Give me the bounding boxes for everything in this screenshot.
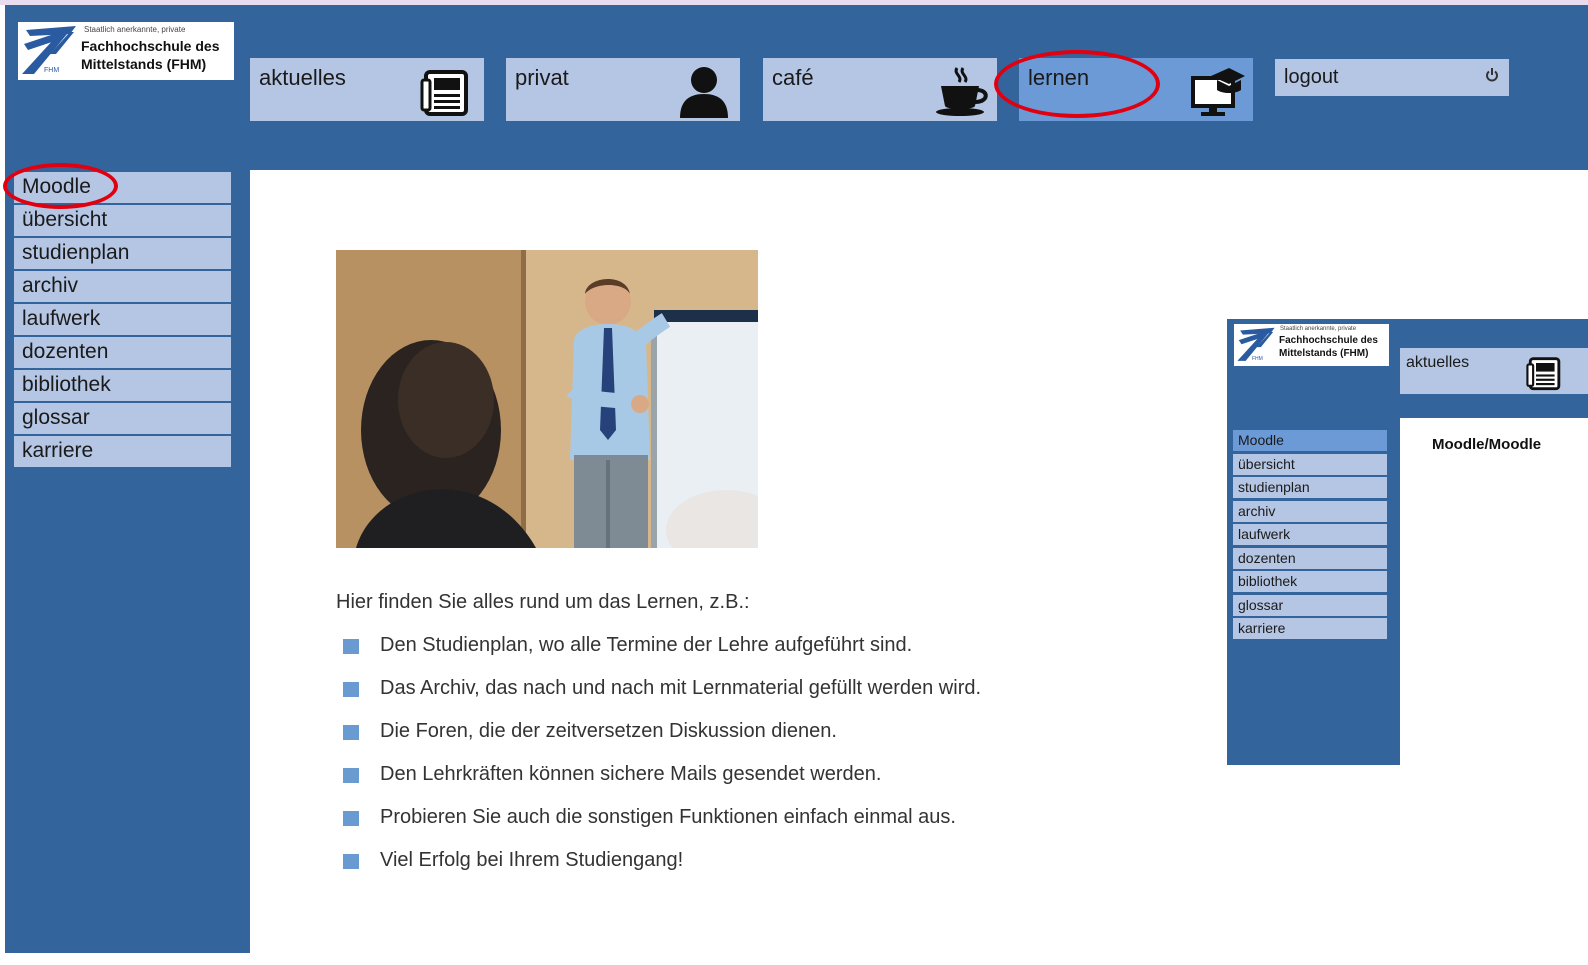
preview-tab-label: aktuelles bbox=[1406, 354, 1470, 371]
bottom-border bbox=[0, 953, 1588, 965]
preview-item-moodle: Moodle bbox=[1233, 430, 1387, 451]
preview-item-label: bibliothek bbox=[1238, 573, 1298, 589]
preview-item-label: karriere bbox=[1238, 620, 1286, 636]
bullet-square-icon bbox=[343, 639, 359, 654]
tab-privat[interactable]: privat bbox=[506, 58, 740, 121]
logo-abbr: FHM bbox=[1252, 356, 1263, 362]
sidebar-item-dozenten[interactable]: dozenten bbox=[14, 337, 231, 368]
sidebar-item-laufwerk[interactable]: laufwerk bbox=[14, 304, 231, 335]
sidebar-item-label: archiv bbox=[22, 274, 79, 297]
newspaper-icon bbox=[420, 70, 468, 116]
intro-text: Hier finden Sie alles rund um das Lernen… bbox=[336, 591, 750, 613]
tab-cafe[interactable]: café bbox=[763, 58, 997, 121]
newspaper-icon bbox=[1526, 357, 1561, 391]
preview-item-archiv: archiv bbox=[1233, 501, 1387, 522]
sidebar-item-uebersicht[interactable]: übersicht bbox=[14, 205, 231, 236]
tab-aktuelles[interactable]: aktuelles bbox=[250, 58, 484, 121]
preview-item-label: studienplan bbox=[1238, 479, 1310, 495]
preview-tab-aktuelles: aktuelles bbox=[1400, 348, 1588, 394]
sidebar-item-label: Moodle bbox=[22, 175, 91, 198]
logo-line2: Fachhochschule des bbox=[1279, 335, 1378, 346]
sidebar-item-moodle[interactable]: Moodle bbox=[14, 172, 231, 203]
sidebar-item-label: glossar bbox=[22, 406, 90, 429]
list-item-text: Viel Erfolg bei Ihrem Studiengang! bbox=[380, 849, 684, 871]
logout-button[interactable]: logout bbox=[1275, 59, 1509, 96]
preview-item-label: dozenten bbox=[1238, 550, 1296, 566]
bullet-square-icon bbox=[343, 854, 359, 869]
preview-item-label: archiv bbox=[1238, 503, 1276, 519]
preview-fhm-logo: FHM Staatlich anerkannte, private Fachho… bbox=[1234, 324, 1389, 366]
bullet-square-icon bbox=[343, 682, 359, 697]
presentation-photo bbox=[336, 250, 758, 548]
preview-item-laufwerk: laufwerk bbox=[1233, 524, 1387, 545]
logout-label: logout bbox=[1284, 66, 1339, 88]
preview-item-studienplan: studienplan bbox=[1233, 477, 1387, 498]
logo-line3: Mittelstands (FHM) bbox=[1279, 348, 1369, 359]
logo-line1: Staatlich anerkannte, private bbox=[1280, 326, 1357, 332]
preview-item-dozenten: dozenten bbox=[1233, 548, 1387, 569]
preview-item-label: übersicht bbox=[1238, 456, 1295, 472]
list-item-text: Den Lehrkräften können sichere Mails ges… bbox=[380, 763, 882, 785]
logo-line1: Staatlich anerkannte, private bbox=[84, 25, 186, 34]
sidebar-item-glossar[interactable]: glossar bbox=[14, 403, 231, 434]
sidebar-item-label: karriere bbox=[22, 439, 94, 462]
sidebar-item-archiv[interactable]: archiv bbox=[14, 271, 231, 302]
preview-page-title: Moodle/Moodle bbox=[1432, 436, 1542, 453]
left-border bbox=[0, 5, 5, 965]
graduation-monitor-icon bbox=[1191, 68, 1245, 116]
preview-item-glossar: glossar bbox=[1233, 595, 1387, 616]
list-item-text: Probieren Sie auch die sonstigen Funktio… bbox=[380, 806, 956, 828]
tab-label: lernen bbox=[1028, 65, 1090, 90]
logo-line3: Mittelstands (FHM) bbox=[81, 56, 207, 72]
sidebar-item-studienplan[interactable]: studienplan bbox=[14, 238, 231, 269]
sidebar-item-label: dozenten bbox=[22, 340, 109, 363]
preview-item-uebersicht: übersicht bbox=[1233, 454, 1387, 475]
fhm-logo[interactable]: FHM Staatlich anerkannte, private Fachho… bbox=[18, 22, 234, 80]
list-item-text: Das Archiv, das nach und nach mit Lernma… bbox=[380, 677, 982, 699]
sidebar-item-label: studienplan bbox=[22, 241, 130, 264]
tab-label: aktuelles bbox=[259, 65, 346, 90]
bullet-square-icon bbox=[343, 811, 359, 826]
sidebar-item-label: laufwerk bbox=[22, 307, 101, 330]
logo-line2: Fachhochschule des bbox=[81, 38, 220, 54]
tab-lernen[interactable]: lernen bbox=[1019, 58, 1253, 121]
coffee-cup-icon bbox=[936, 67, 988, 116]
list-item-text: Den Studienplan, wo alle Termine der Leh… bbox=[380, 634, 913, 656]
preview-item-label: glossar bbox=[1238, 597, 1284, 613]
bullet-square-icon bbox=[343, 725, 359, 740]
bullet-square-icon bbox=[343, 768, 359, 783]
tab-label: privat bbox=[515, 65, 569, 90]
sidebar-item-bibliothek[interactable]: bibliothek bbox=[14, 370, 231, 401]
sidebar-item-label: bibliothek bbox=[22, 373, 111, 396]
person-icon bbox=[680, 67, 728, 118]
preview-item-label: laufwerk bbox=[1238, 526, 1291, 542]
list-item-text: Die Foren, die der zeitversetzen Diskuss… bbox=[380, 720, 837, 742]
moodle-preview-screenshot: FHM Staatlich anerkannte, private Fachho… bbox=[1227, 319, 1588, 765]
logo-abbr: FHM bbox=[44, 67, 60, 74]
preview-item-label: Moodle bbox=[1238, 432, 1284, 448]
preview-content bbox=[1400, 418, 1588, 765]
preview-item-karriere: karriere bbox=[1233, 618, 1387, 639]
power-icon bbox=[1486, 68, 1498, 82]
preview-item-bibliothek: bibliothek bbox=[1233, 571, 1387, 592]
tab-label: café bbox=[772, 65, 814, 90]
sidebar-item-label: übersicht bbox=[22, 208, 108, 231]
sidebar-item-karriere[interactable]: karriere bbox=[14, 436, 231, 467]
